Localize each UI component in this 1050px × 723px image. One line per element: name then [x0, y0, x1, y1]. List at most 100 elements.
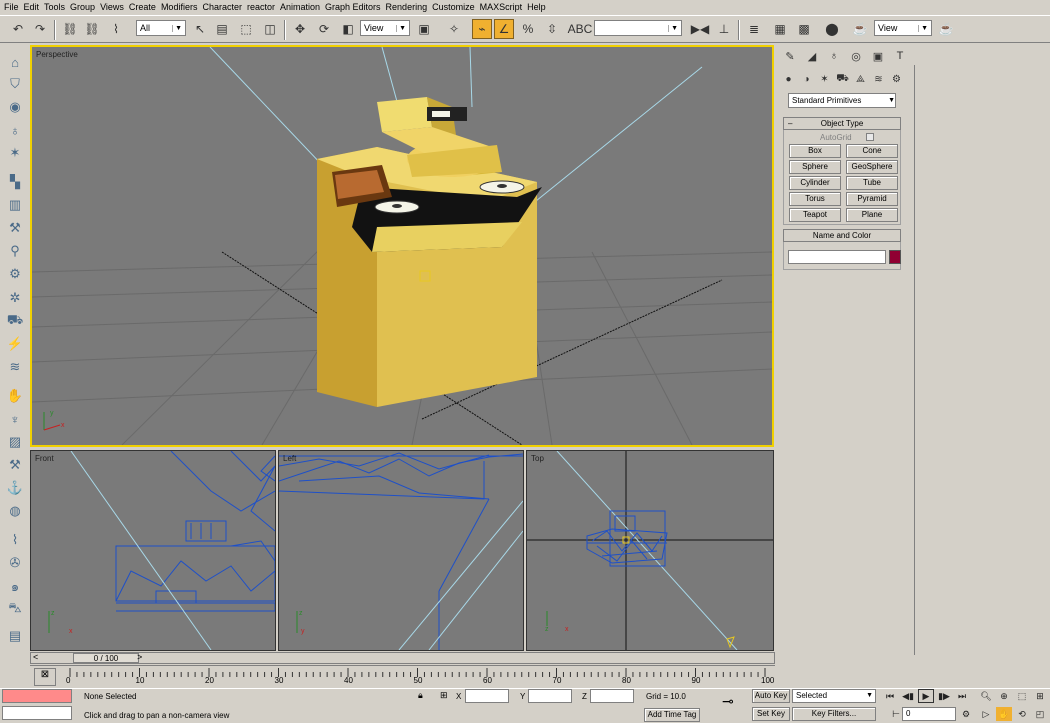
slider-right-arrow-icon[interactable]: > [137, 652, 142, 662]
left-viewport[interactable]: z y Left [278, 450, 524, 651]
render-view-select[interactable]: View ▼ [874, 20, 932, 36]
cylinder-button[interactable]: Cylinder [789, 176, 841, 190]
lights-icon[interactable]: ✶ [816, 71, 833, 87]
maxscript-listener-field[interactable] [2, 689, 72, 703]
object-color-swatch[interactable] [889, 250, 901, 264]
menu-animation[interactable]: Animation [280, 2, 325, 12]
primitive-category-select[interactable]: Standard Primitives ▼ [788, 93, 896, 108]
previous-frame-icon[interactable]: ◀▮ [900, 689, 916, 703]
menu-views[interactable]: Views [100, 2, 129, 12]
tube-button[interactable]: Tube [846, 176, 898, 190]
menu-maxscript[interactable]: MAXScript [480, 2, 528, 12]
box-button[interactable]: Box [789, 144, 841, 158]
toy-car-icon[interactable]: ⛍ [5, 600, 25, 618]
zoom-extents-icon[interactable]: ⬚ [1014, 689, 1030, 703]
field-of-view-icon[interactable]: ▷ [978, 707, 994, 721]
zoom-all-icon[interactable]: ⊕ [996, 689, 1012, 703]
geosphere-button[interactable]: GeoSphere [846, 160, 898, 174]
menu-group[interactable]: Group [70, 2, 100, 12]
select-object-icon[interactable]: ↖ [190, 19, 210, 39]
utilities-tab-icon[interactable]: T [890, 47, 910, 65]
pyramid-button[interactable]: Pyramid [846, 192, 898, 206]
pan-view-icon[interactable]: ✋ [996, 707, 1012, 721]
log-window-icon[interactable]: ▤ [5, 627, 25, 645]
selection-filter-select[interactable]: All ▼ [136, 20, 186, 36]
select-and-rotate-icon[interactable]: ⟳ [314, 19, 334, 39]
current-frame-field[interactable]: 0 [902, 707, 956, 721]
time-slider[interactable]: < 0 / 100 > [30, 652, 775, 664]
tshirt-icon[interactable]: ⛉ [5, 75, 25, 93]
fan-icon[interactable]: ✇ [5, 554, 25, 572]
arc-rotate-icon[interactable]: ⟲ [1014, 707, 1030, 721]
undo-icon[interactable]: ↶ [8, 19, 28, 39]
key-mode-select[interactable]: Selected ▼ [792, 689, 876, 703]
waves-icon[interactable]: ≋ [5, 358, 25, 376]
unlink-selection-icon[interactable]: ⛓ [82, 19, 102, 39]
display-tab-icon[interactable]: ▣ [868, 47, 888, 65]
menu-graph-editors[interactable]: Graph Editors [325, 2, 386, 12]
key-filters-button[interactable]: Key Filters... [792, 707, 876, 721]
window-crossing-icon[interactable]: ◫ [260, 19, 280, 39]
spring-icon[interactable]: ⌇ [5, 531, 25, 549]
time-config-icon[interactable]: ⚙ [958, 707, 974, 721]
play-icon[interactable]: ▶ [918, 689, 934, 703]
menu-rendering[interactable]: Rendering [386, 2, 433, 12]
set-key-button[interactable]: Set Key [752, 707, 790, 721]
front-viewport[interactable]: z x Front [30, 450, 276, 651]
star-icon[interactable]: ✶ [5, 144, 25, 162]
menu-help[interactable]: Help [527, 2, 551, 12]
percent-snap-icon[interactable]: % [518, 19, 538, 39]
menu-character[interactable]: Character [202, 2, 247, 12]
named-selection-set-select[interactable]: ▼ [594, 20, 682, 36]
checker-icon[interactable]: ▚ [5, 173, 25, 191]
x-coordinate-field[interactable] [465, 689, 509, 703]
modify-tab-icon[interactable]: ◢ [802, 47, 822, 65]
cylinder-icon[interactable]: ▥ [5, 196, 25, 214]
wind-icon[interactable]: ๑ [5, 577, 25, 595]
cameras-icon[interactable]: ⛟ [834, 71, 851, 87]
rectangular-selection-icon[interactable]: ⬚ [236, 19, 256, 39]
object-type-rollout-header[interactable]: – Object Type [783, 117, 901, 130]
cone-button[interactable]: Cone [846, 144, 898, 158]
maxscript-mini-listener[interactable] [2, 706, 72, 720]
quick-render-teapot-icon[interactable]: ☕ [936, 19, 956, 39]
menu-file[interactable]: File [4, 2, 24, 12]
menu-modifiers[interactable]: Modifiers [161, 2, 203, 12]
go-to-end-icon[interactable]: ⏭ [954, 689, 970, 703]
menu-customize[interactable]: Customize [432, 2, 480, 12]
systems-icon[interactable]: ⚙ [888, 71, 905, 87]
space-warps-icon[interactable]: ≋ [870, 71, 887, 87]
time-slider-knob[interactable]: 0 / 100 [73, 653, 139, 663]
menu-create[interactable]: Create [129, 2, 161, 12]
viewport-label[interactable]: Front [35, 454, 54, 463]
autogrid-checkbox[interactable] [866, 133, 874, 141]
next-frame-icon[interactable]: ▮▶ [936, 689, 952, 703]
menu-reactor[interactable]: reactor [247, 2, 280, 12]
material-editor-icon[interactable]: ⬤ [822, 19, 842, 39]
figure-icon[interactable]: ♆ [5, 410, 25, 428]
lamp-icon[interactable]: ♁ [5, 121, 25, 139]
viewport-label[interactable]: Perspective [36, 50, 78, 59]
motion-tab-icon[interactable]: ◎ [846, 47, 866, 65]
align-icon[interactable]: ⊥ [714, 19, 734, 39]
auto-key-button[interactable]: Auto Key [752, 689, 790, 703]
curve-editor-icon[interactable]: ▦ [770, 19, 790, 39]
house-icon[interactable]: ⌂ [5, 53, 25, 71]
reference-coordinate-select[interactable]: View ▼ [360, 20, 410, 36]
helpers-icon[interactable]: ⟁ [852, 71, 869, 87]
viewport-label[interactable]: Left [283, 454, 296, 463]
teapot-button[interactable]: Teapot [789, 208, 841, 222]
snap-toggle-icon[interactable]: ⌁ [472, 19, 492, 39]
y-coordinate-field[interactable] [528, 689, 572, 703]
perspective-viewport[interactable]: y x Perspective [30, 45, 774, 447]
zoom-icon[interactable]: 🔍︎ [978, 689, 994, 703]
layer-manager-icon[interactable]: ≣ [744, 19, 764, 39]
hierarchy-tab-icon[interactable]: ♁ [824, 47, 844, 65]
track-bar[interactable]: ⊠ 0 10 20 30 40 50 60 70 80 90 100 [30, 665, 775, 687]
create-tab-icon[interactable]: ✎ [780, 47, 800, 65]
hammer-icon[interactable]: ⚒ [5, 456, 25, 474]
mirror-icon[interactable]: ▶◀ [690, 19, 710, 39]
sphere-button[interactable]: Sphere [789, 160, 841, 174]
add-time-tag-button[interactable]: Add Time Tag [644, 708, 700, 722]
menu-edit[interactable]: Edit [24, 2, 45, 12]
